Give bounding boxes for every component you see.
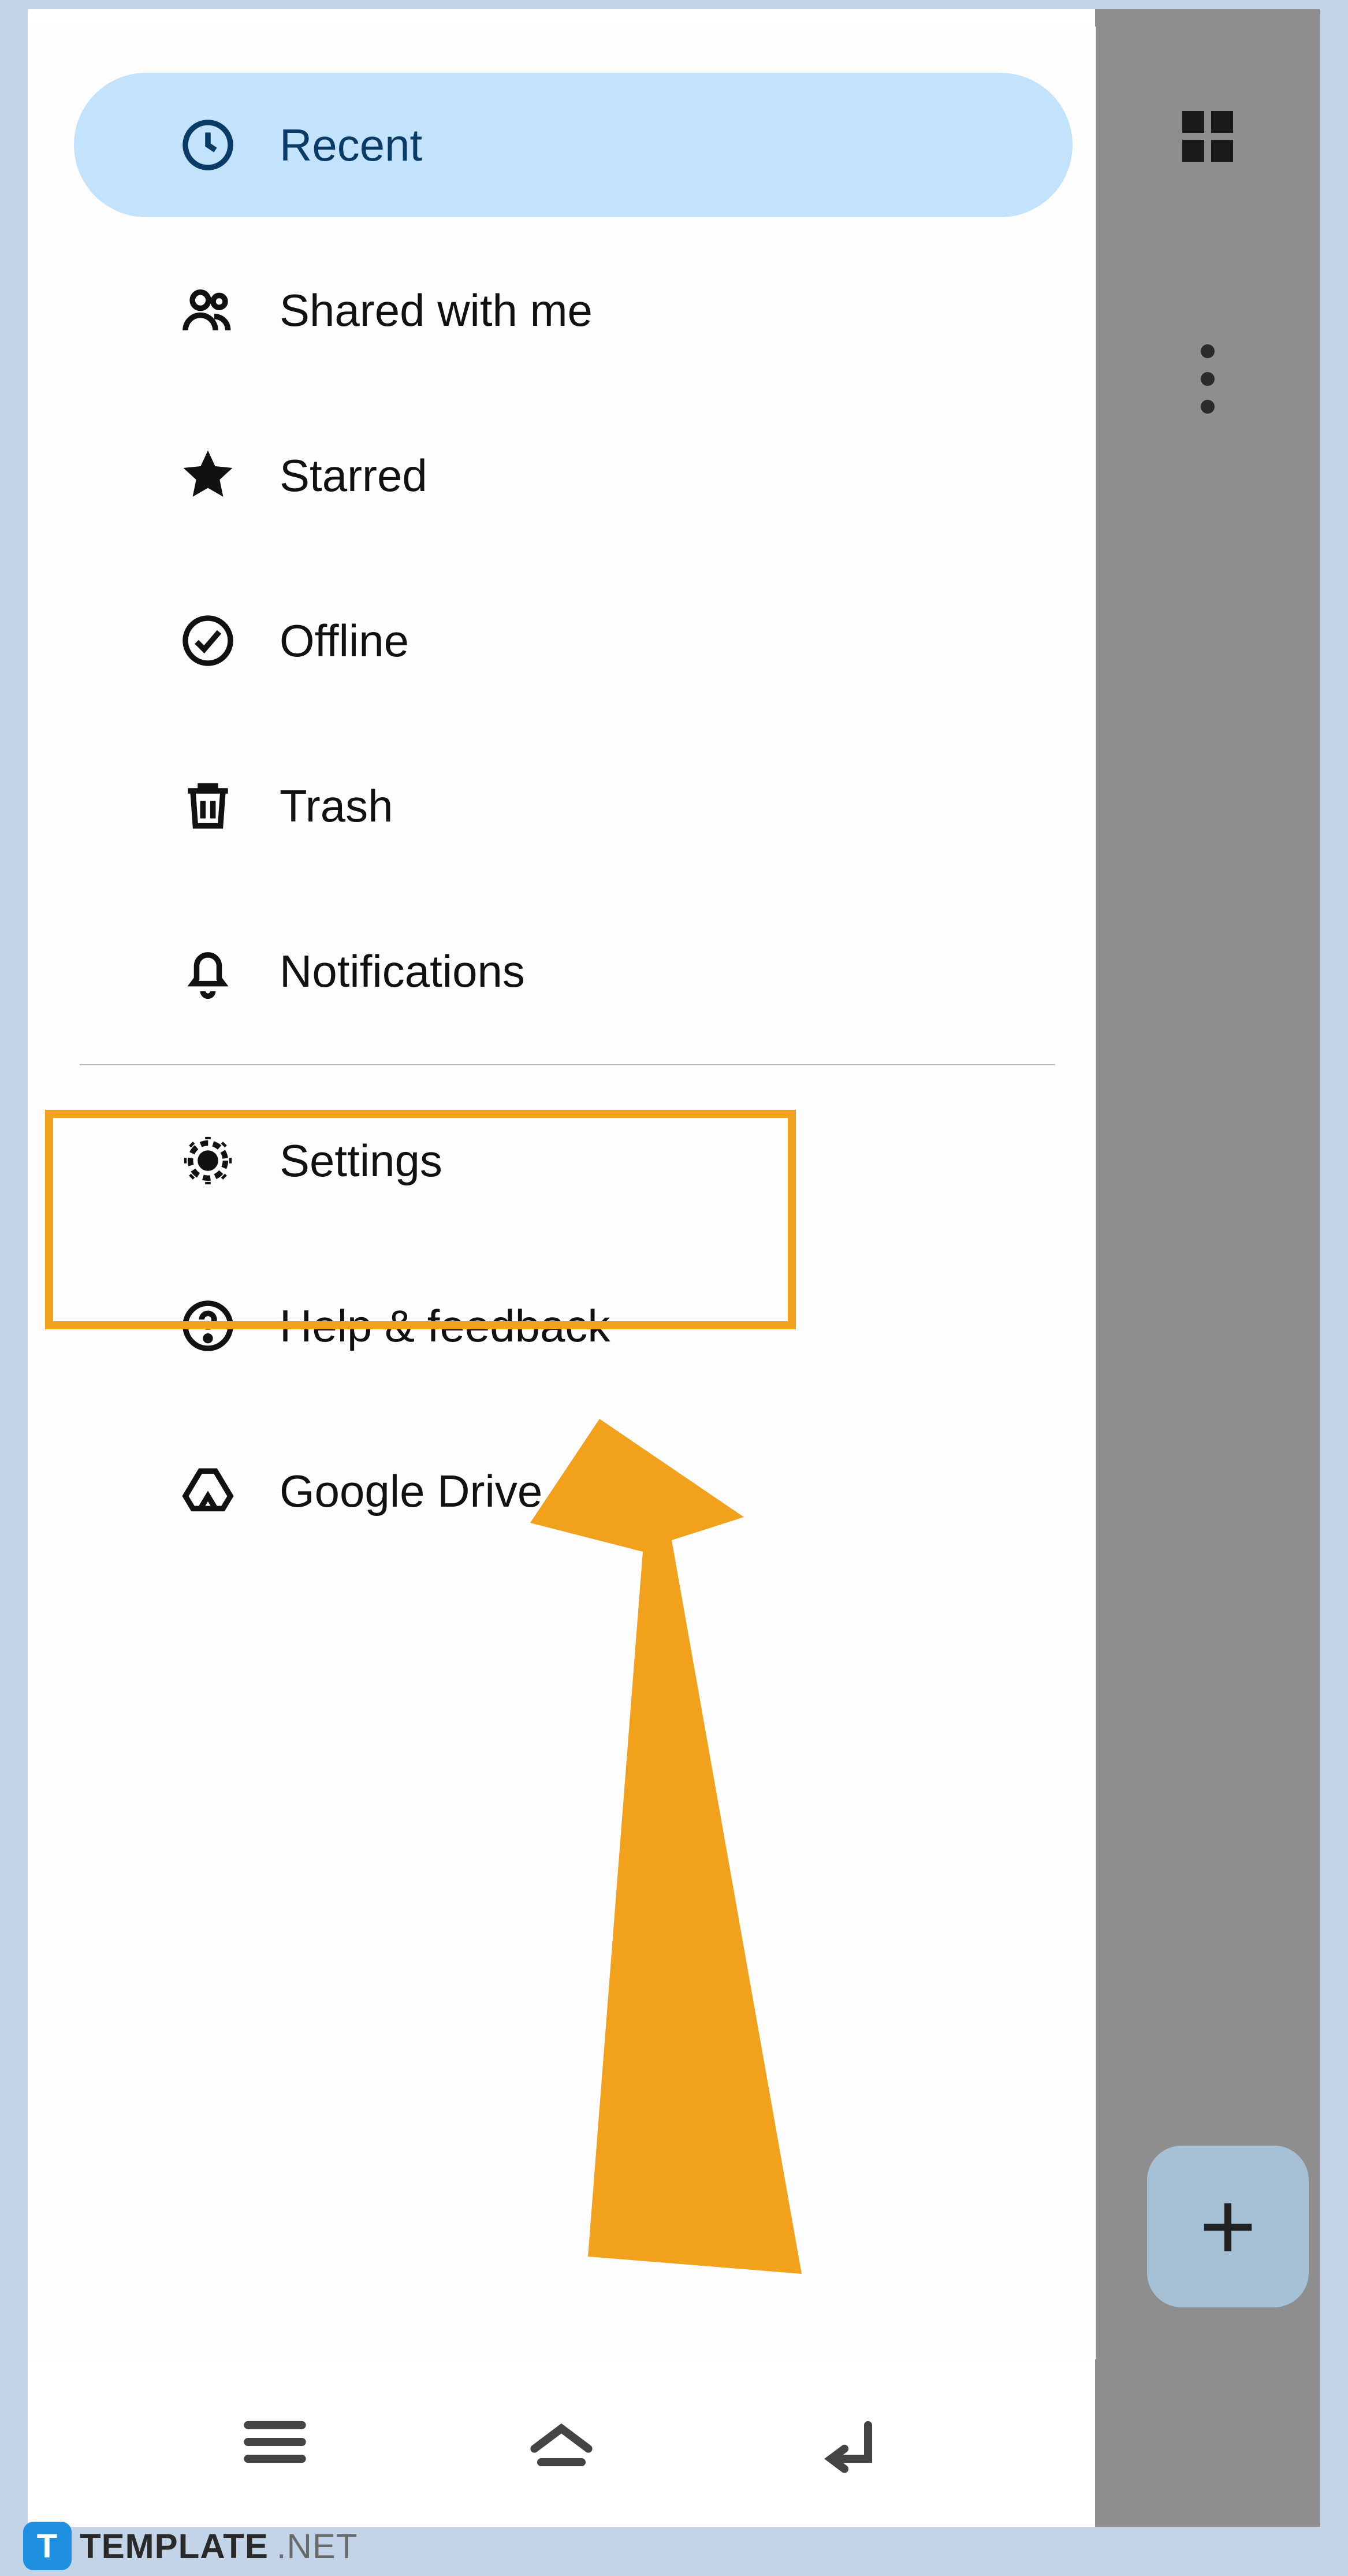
sidebar-item-trash[interactable]: Trash bbox=[74, 734, 1073, 878]
sidebar-item-drive[interactable]: Google Drive bbox=[74, 1419, 1073, 1563]
sidebar-item-label: Starred bbox=[280, 449, 427, 502]
sidebar-item-label: Notifications bbox=[280, 945, 525, 998]
clock-icon bbox=[178, 115, 238, 175]
app-stage: + Recent Shared with me Star bbox=[28, 9, 1320, 2527]
sidebar-item-label: Google Drive bbox=[280, 1465, 542, 1518]
watermark-badge: T bbox=[23, 2522, 72, 2570]
fab-new-button[interactable]: + bbox=[1147, 2146, 1309, 2307]
android-nav-bar bbox=[28, 2359, 1095, 2527]
help-icon bbox=[178, 1296, 238, 1356]
sidebar-item-offline[interactable]: Offline bbox=[74, 568, 1073, 713]
menu-divider bbox=[80, 1064, 1055, 1065]
nav-home-button[interactable] bbox=[521, 2402, 602, 2485]
sidebar-item-shared[interactable]: Shared with me bbox=[74, 238, 1073, 382]
watermark: T TEMPLATE.NET bbox=[23, 2522, 358, 2570]
view-grid-button[interactable] bbox=[1180, 109, 1235, 164]
sidebar-item-starred[interactable]: Starred bbox=[74, 403, 1073, 548]
check-circle-icon bbox=[178, 611, 238, 671]
nav-back-button[interactable] bbox=[807, 2402, 888, 2485]
sidebar-item-recent[interactable]: Recent bbox=[74, 73, 1073, 217]
people-icon bbox=[178, 280, 238, 340]
sidebar-item-label: Offline bbox=[280, 615, 409, 667]
background-dimmed-app: + bbox=[1095, 9, 1320, 2527]
sidebar-item-label: Settings bbox=[280, 1135, 442, 1187]
sidebar-item-label: Shared with me bbox=[280, 284, 593, 337]
navigation-drawer: Recent Shared with me Starred Offline bbox=[28, 27, 1096, 2359]
sidebar-item-help[interactable]: Help & feedback bbox=[74, 1254, 1073, 1398]
sidebar-item-label: Help & feedback bbox=[280, 1300, 610, 1352]
nav-recents-button[interactable] bbox=[234, 2402, 315, 2485]
plus-icon: + bbox=[1199, 2170, 1256, 2283]
screenshot-frame: + Recent Shared with me Star bbox=[24, 6, 1324, 2530]
more-options-button[interactable] bbox=[1196, 344, 1219, 414]
watermark-text-strong: TEMPLATE bbox=[80, 2526, 269, 2566]
drive-icon bbox=[178, 1461, 238, 1521]
sidebar-item-label: Trash bbox=[280, 780, 393, 832]
sidebar-item-settings[interactable]: Settings bbox=[74, 1088, 1073, 1233]
gear-icon bbox=[178, 1131, 238, 1191]
sidebar-item-notifications[interactable]: Notifications bbox=[74, 899, 1073, 1043]
bell-icon bbox=[178, 941, 238, 1001]
sidebar-item-label: Recent bbox=[280, 119, 422, 172]
trash-icon bbox=[178, 776, 238, 836]
star-icon bbox=[178, 445, 238, 505]
watermark-text-light: .NET bbox=[277, 2526, 358, 2566]
